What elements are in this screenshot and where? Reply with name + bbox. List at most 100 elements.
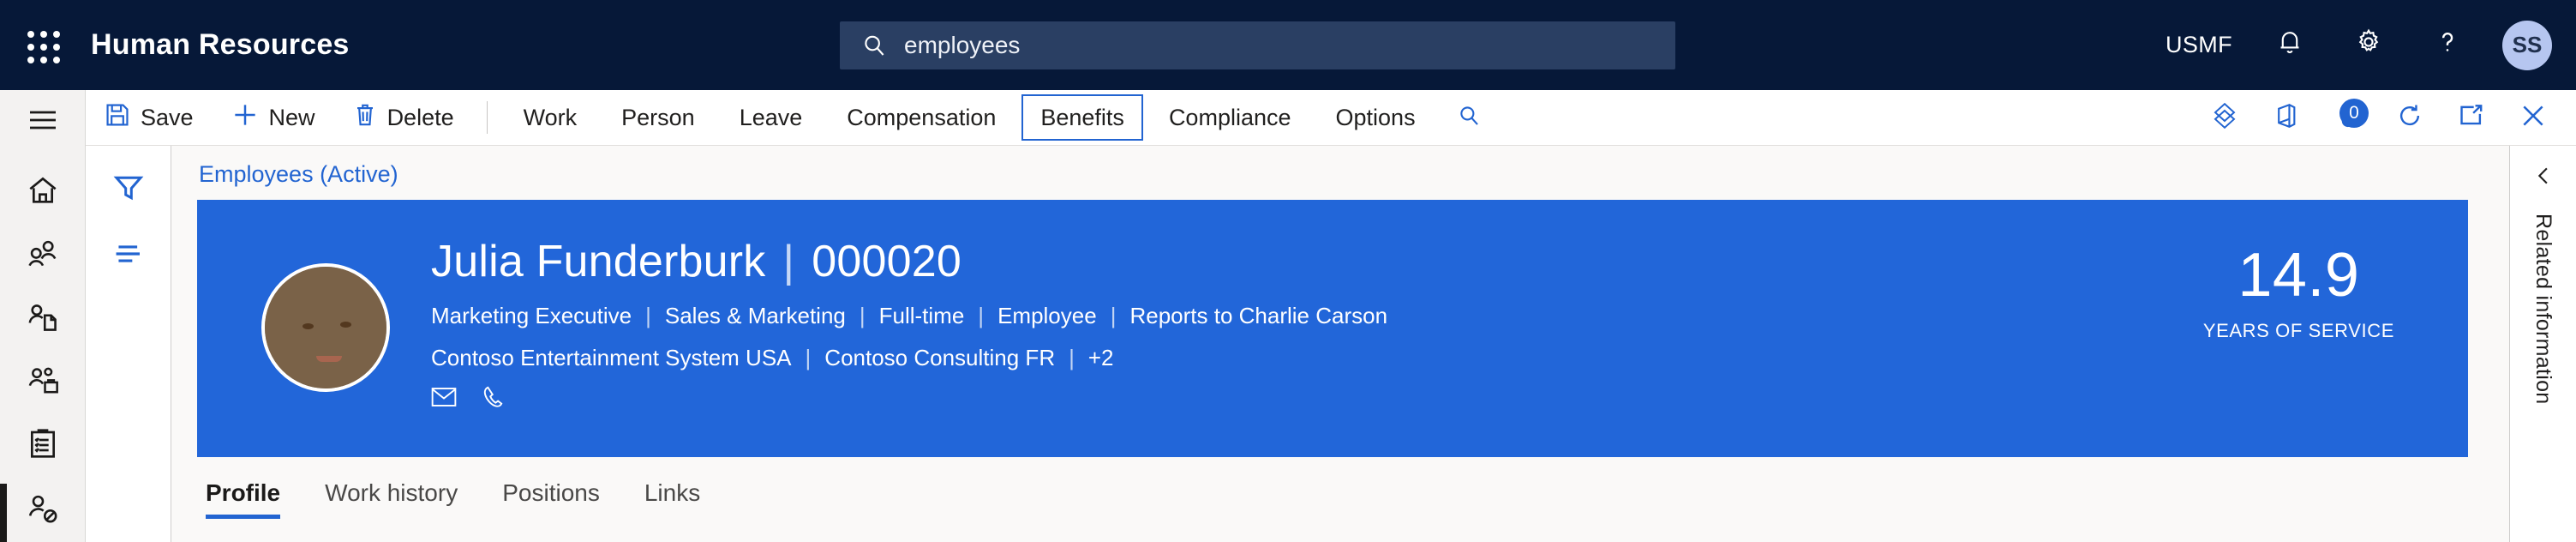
filter-funnel-icon	[113, 173, 144, 207]
user-avatar[interactable]: SS	[2502, 21, 2552, 70]
app-root: Human Resources employees USMF	[0, 0, 2576, 542]
phone-button[interactable]	[481, 385, 505, 413]
settings-button[interactable]	[2329, 0, 2408, 90]
employee-photo	[261, 263, 390, 392]
open-in-new-window-button[interactable]	[2441, 90, 2502, 146]
office-app-icon	[2273, 102, 2299, 134]
clipboard-list-icon	[27, 427, 59, 466]
person-blocked-icon	[25, 491, 61, 530]
hamburger-menu-button[interactable]	[0, 90, 86, 154]
employee-manager[interactable]: Reports to Charlie Carson	[1129, 303, 1387, 329]
employee-legal-entity-1[interactable]: Contoso Entertainment System USA	[431, 345, 792, 371]
detail-separator: |	[645, 303, 651, 329]
power-apps-icon	[2210, 101, 2239, 135]
main-content-area: Employees (Active) Julia Funderburk | 00…	[171, 146, 2509, 542]
search-input-value: employees	[904, 32, 1020, 59]
detail-separator: |	[1069, 345, 1075, 371]
save-button-label: Save	[141, 105, 194, 131]
power-apps-button[interactable]	[2194, 90, 2255, 146]
command-bar: Save New Delete Work Person Leave	[86, 90, 2576, 146]
sidebar-item-teams[interactable]	[0, 352, 86, 415]
list-filter-column	[86, 146, 171, 542]
employee-job-title[interactable]: Marketing Executive	[431, 303, 632, 329]
employee-name: Julia Funderburk	[431, 236, 766, 287]
delete-button[interactable]: Delete	[334, 90, 473, 146]
help-button[interactable]	[2408, 0, 2487, 90]
close-button[interactable]	[2502, 90, 2564, 146]
employee-header-card: Julia Funderburk | 000020 Marketing Exec…	[197, 200, 2468, 457]
list-view-button[interactable]	[113, 243, 144, 269]
photo-detail	[316, 356, 342, 362]
save-disk-icon	[105, 102, 130, 134]
question-mark-icon	[2433, 27, 2462, 63]
refresh-button[interactable]	[2379, 90, 2441, 146]
email-button[interactable]	[431, 387, 457, 412]
search-icon	[861, 33, 887, 58]
bell-icon	[2275, 27, 2304, 63]
name-id-divider: |	[783, 236, 795, 287]
employee-contact-actions	[431, 385, 1387, 413]
trash-icon	[353, 102, 377, 134]
refresh-icon	[2396, 102, 2423, 134]
filter-button[interactable]	[113, 173, 144, 207]
tab-links[interactable]: Links	[622, 479, 722, 519]
years-of-service-value: 14.9	[2203, 244, 2394, 306]
command-bar-right-actions: 0	[2194, 90, 2576, 146]
cmdtab-work[interactable]: Work	[505, 94, 596, 141]
phone-icon	[481, 385, 505, 413]
detail-separator: |	[978, 303, 984, 329]
related-information-title[interactable]: Related information	[2531, 214, 2555, 405]
cmdtab-person[interactable]: Person	[602, 94, 714, 141]
sidebar-item-home[interactable]	[0, 161, 86, 225]
cmdtab-benefits[interactable]: Benefits	[1021, 94, 1143, 141]
people-icon	[25, 237, 61, 275]
new-button[interactable]: New	[213, 90, 334, 146]
detail-separator: |	[806, 345, 812, 371]
cmdtab-options[interactable]: Options	[1317, 94, 1435, 141]
tab-positions[interactable]: Positions	[480, 479, 622, 519]
employee-employment-type[interactable]: Full-time	[879, 303, 965, 329]
home-icon	[26, 173, 60, 212]
employee-summary: Julia Funderburk | 000020 Marketing Exec…	[431, 200, 1387, 413]
left-navigation-rail	[0, 90, 86, 542]
sidebar-item-workers[interactable]	[0, 225, 86, 288]
sidebar-item-terminated-workers[interactable]	[0, 479, 86, 542]
save-button[interactable]: Save	[86, 90, 213, 146]
years-of-service-label: YEARS OF SERVICE	[2203, 320, 2394, 342]
new-button-label: New	[269, 105, 315, 131]
company-selector[interactable]: USMF	[2148, 0, 2250, 90]
employee-department[interactable]: Sales & Marketing	[665, 303, 846, 329]
employee-more-entities[interactable]: +2	[1088, 345, 1114, 371]
app-launcher-icon[interactable]	[19, 22, 65, 69]
sidebar-item-tasks[interactable]	[0, 415, 86, 479]
sidebar-item-person-records[interactable]	[0, 288, 86, 352]
cmdtab-leave[interactable]: Leave	[721, 94, 822, 141]
delete-button-label: Delete	[387, 105, 454, 131]
photo-detail	[340, 322, 351, 328]
notifications-button[interactable]	[2250, 0, 2329, 90]
employee-worker-type[interactable]: Employee	[997, 303, 1097, 329]
search-icon	[1457, 104, 1481, 132]
employee-name-row: Julia Funderburk | 000020	[431, 236, 1387, 287]
detail-separator: |	[1111, 303, 1117, 329]
chevron-left-icon	[2532, 165, 2555, 191]
employee-detail-line-2: Contoso Entertainment System USA | Conto…	[431, 345, 1387, 371]
related-information-panel: Related information	[2509, 146, 2576, 542]
breadcrumb-employees-active[interactable]: Employees (Active)	[199, 161, 398, 188]
hamburger-menu-icon	[27, 107, 58, 137]
list-lines-icon	[113, 243, 144, 269]
global-search-box[interactable]: employees	[840, 21, 1675, 69]
employee-photo-image	[265, 267, 386, 388]
employee-number: 000020	[812, 236, 962, 287]
employee-legal-entity-2[interactable]: Contoso Consulting FR	[824, 345, 1055, 371]
tab-profile[interactable]: Profile	[197, 479, 303, 519]
tab-work-history[interactable]: Work history	[303, 479, 480, 519]
attachments-button[interactable]: 0	[2317, 90, 2379, 146]
plus-icon	[231, 101, 259, 135]
office-app-button[interactable]	[2255, 90, 2317, 146]
collapse-panel-button[interactable]	[2532, 165, 2555, 191]
command-search-button[interactable]	[1438, 90, 1500, 146]
attachment-count-badge: 0	[2339, 99, 2369, 128]
cmdtab-compliance[interactable]: Compliance	[1150, 94, 1310, 141]
cmdtab-compensation[interactable]: Compensation	[828, 94, 1015, 141]
